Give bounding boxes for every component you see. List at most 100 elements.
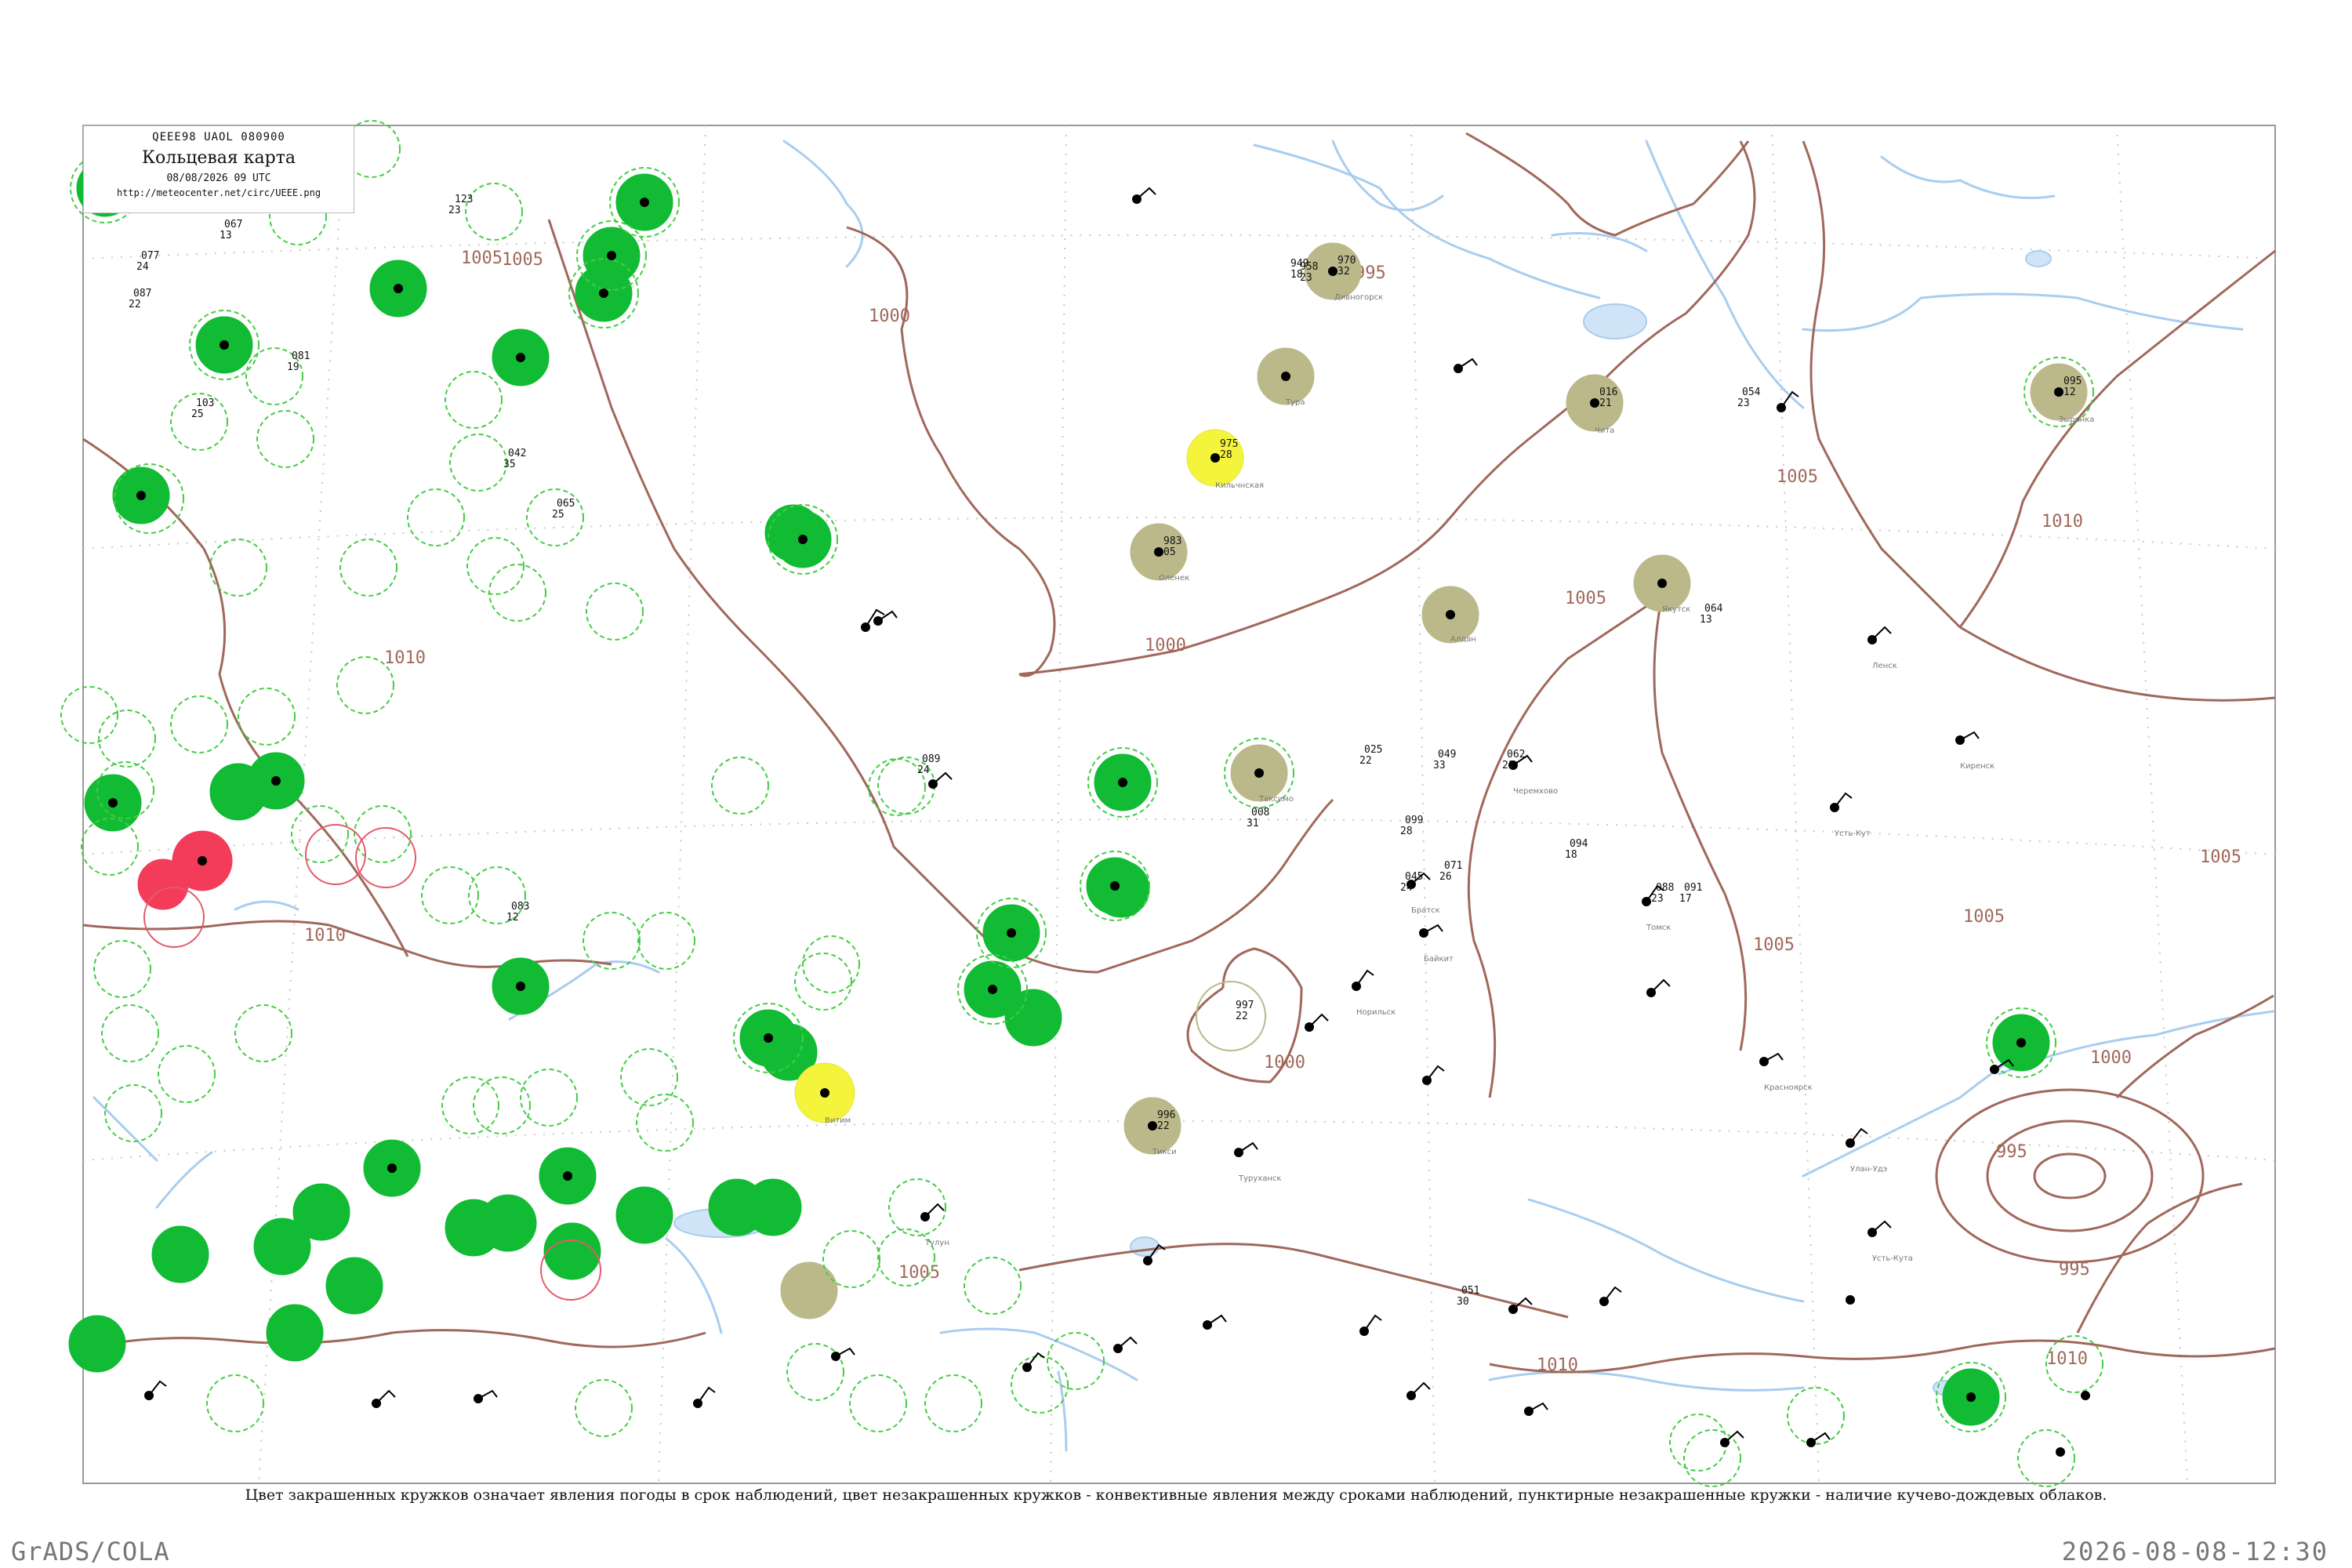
station-wind: 22 [129, 299, 141, 310]
station-circle-thunder [137, 858, 189, 910]
city-label: Витим [825, 1116, 851, 1125]
weather-map: 1005 1000 995 1010 1000 1005 1010 1005 1… [60, 120, 2276, 1487]
station-pressure: 025 [1364, 744, 1382, 756]
station-pressure: 996 [1157, 1109, 1175, 1121]
station-pressure: 008 [1251, 807, 1269, 818]
bulletin-code: QEEE98 UAOL 080900 [152, 131, 285, 143]
isobar-label: 1000 [1145, 636, 1186, 655]
station-pressure: 081 [292, 350, 310, 362]
isobar-label: 1005 [1565, 589, 1606, 608]
city-label: Зырянка [2059, 416, 2094, 424]
station-pressure: 970 [1338, 255, 1356, 267]
station-circle-rain [479, 1194, 537, 1252]
station-wind: 17 [1679, 893, 1692, 905]
isobar-label: 1005 [1963, 907, 2005, 927]
station-wind: 30 [1457, 1296, 1469, 1308]
station-circle-rain [543, 1222, 601, 1280]
station-wind: 23 [1300, 272, 1312, 284]
station-circle-rain [68, 1315, 126, 1373]
station-wind: 18 [1565, 849, 1577, 861]
city-label: Томск [1646, 924, 1671, 932]
station-wind: 23 [448, 205, 461, 216]
station-pressure: 049 [1438, 749, 1456, 760]
station-pressure: 095 [2063, 376, 2082, 387]
station-wind: 22 [1236, 1011, 1248, 1022]
city-label: Братск [1411, 906, 1440, 915]
station-wind: 33 [1433, 760, 1446, 771]
station-pressure: 054 [1742, 387, 1761, 398]
station-pressure: 067 [224, 219, 242, 230]
city-label: Норильск [1356, 1008, 1396, 1017]
station-wind: 35 [503, 459, 516, 470]
station-circle-rain [253, 1218, 311, 1276]
station-pressure: 087 [133, 288, 151, 299]
station-wind: 05 [1163, 546, 1176, 558]
station-pressure: 103 [196, 397, 214, 409]
station-wind: 25 [552, 509, 564, 521]
map-frame [82, 125, 2276, 1484]
station-pressure: 099 [1405, 815, 1423, 826]
station-pressure: 091 [1684, 882, 1702, 894]
station-pressure: 071 [1444, 860, 1462, 872]
city-label: Байкит [1424, 955, 1454, 964]
isobar-label: 1000 [1264, 1053, 1305, 1073]
city-label: Черемхово [1513, 787, 1558, 796]
station-pressure: 083 [511, 901, 529, 913]
station-wind: 21 [1502, 760, 1515, 771]
footer-software-label: GrADS/COLA [11, 1537, 170, 1566]
isobar-label: 1000 [869, 307, 910, 326]
station-wind: 32 [1338, 266, 1350, 278]
city-label: Киренск [1960, 762, 1994, 771]
isobar-label: 1000 [2090, 1048, 2132, 1068]
station-wind: 12 [2063, 387, 2076, 398]
station-pressure: 088 [1656, 882, 1674, 894]
city-label: Таксимо [1258, 795, 1294, 804]
isobar-label: 1005 [2200, 848, 2241, 867]
city-label: Красноярск [1764, 1083, 1813, 1092]
isobar-label: 1010 [1537, 1356, 1578, 1375]
station-pressure: 077 [141, 250, 159, 262]
station-wind: 31 [1247, 818, 1259, 829]
city-label: Усть-Кута [1872, 1254, 1913, 1263]
station-circle-rain [615, 1186, 673, 1244]
station-circle-dust [780, 1261, 838, 1319]
map-legend-caption: Цвет закрашенных кружков означает явлени… [245, 1486, 2107, 1504]
station-wind: 22 [1157, 1120, 1170, 1132]
isobar-label: 995 [1996, 1142, 2027, 1162]
isobar-label: 1010 [2042, 512, 2083, 532]
station-pressure: 016 [1599, 387, 1617, 398]
map-title: Кольцевая карта [141, 148, 296, 168]
isobar-label: 1010 [304, 926, 346, 946]
city-label: Кильчнская [1215, 481, 1264, 490]
station-circle-rain [325, 1257, 383, 1315]
isobar-label: 1010 [2046, 1349, 2088, 1369]
station-pressure: 051 [1461, 1285, 1479, 1297]
isobar-label: 1005 [1777, 467, 1818, 487]
map-header: QEEE98 UAOL 080900 Кольцевая карта 08/08… [83, 125, 354, 213]
city-label: Усть-Кут [1835, 829, 1871, 838]
isobar-label: 1005 [461, 249, 503, 268]
station-circle-rain [209, 763, 267, 821]
station-wind: 24 [136, 261, 149, 273]
station-wind: 19 [287, 361, 299, 373]
city-label: Тура [1285, 398, 1305, 407]
station-pressure: 064 [1704, 603, 1723, 615]
station-pressure: 123 [455, 194, 473, 205]
city-label: Дивногорск [1334, 293, 1383, 302]
isobar-label: 1005 [502, 250, 543, 270]
station-pressure: 094 [1570, 838, 1588, 850]
city-label: Тулун [924, 1239, 949, 1247]
station-wind: 21 [1599, 397, 1612, 409]
station-wind: 28 [1400, 826, 1413, 837]
station-wind: 28 [1220, 449, 1232, 461]
station-wind: 12 [506, 912, 519, 924]
city-label: Оленек [1159, 574, 1189, 583]
station-wind: 23 [1737, 397, 1750, 409]
station-wind: 22 [1359, 755, 1372, 767]
station-wind: 24 [917, 764, 930, 776]
station-circle-rain [266, 1304, 324, 1362]
station-pressure: 997 [1236, 1000, 1254, 1011]
station-wind: 13 [1700, 614, 1712, 626]
station-pressure: 975 [1220, 438, 1238, 450]
station-circle-rain [744, 1178, 802, 1236]
